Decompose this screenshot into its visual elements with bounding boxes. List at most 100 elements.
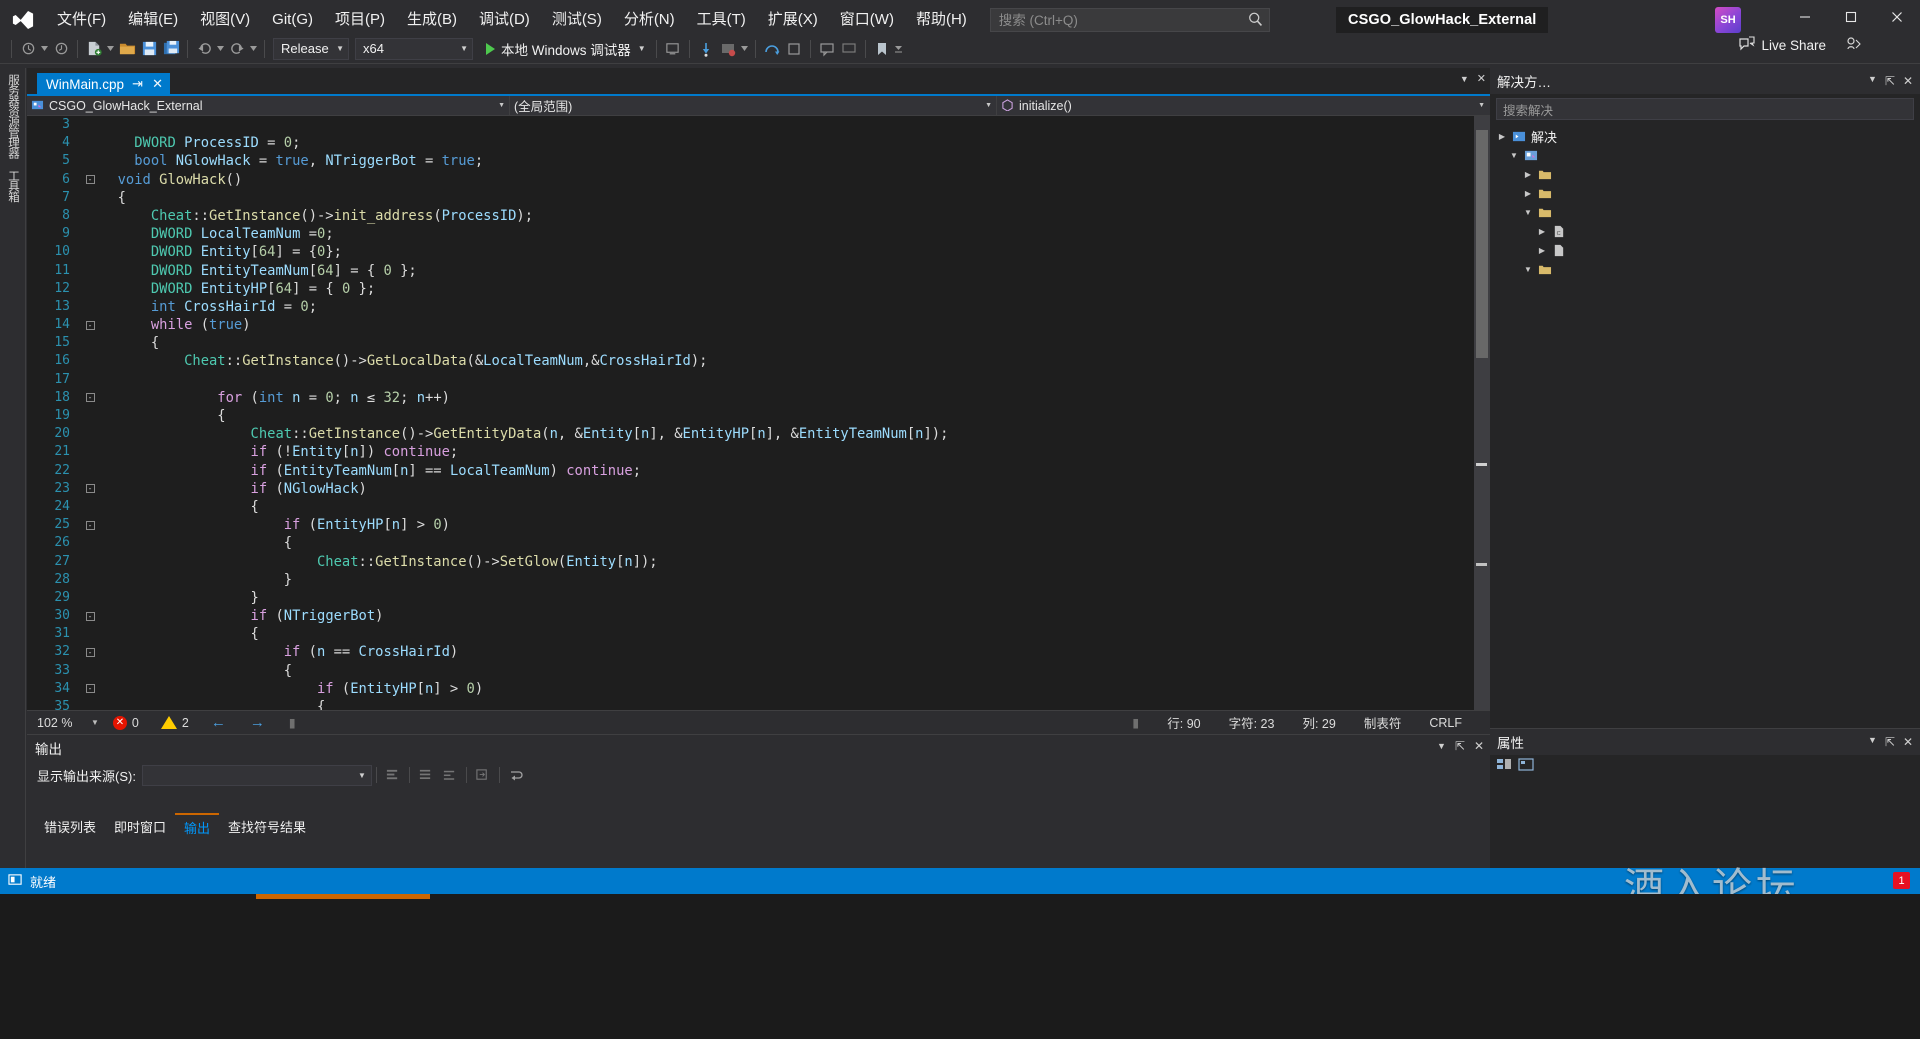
menu-item-file[interactable]: 文件(F) [46, 6, 117, 34]
code-line[interactable]: 28 } [27, 571, 1474, 589]
navigate-backward-icon[interactable] [17, 38, 39, 60]
go-to-message-icon[interactable] [471, 764, 495, 786]
code-line[interactable]: 8 Cheat::GetInstance()->init_address(Pro… [27, 207, 1474, 225]
code-line[interactable]: 27 Cheat::GetInstance()->SetGlow(Entity[… [27, 553, 1474, 571]
menu-item-git[interactable]: Git(G) [261, 6, 324, 34]
code-line[interactable]: 16 Cheat::GetInstance()->GetLocalData(&L… [27, 352, 1474, 370]
chevron-down-icon[interactable]: ▼ [1437, 741, 1446, 751]
chevron-right-icon[interactable]: ▶ [1496, 132, 1508, 141]
code-line[interactable]: 12 DWORD EntityHP[64] = { 0 }; [27, 280, 1474, 298]
code-editor[interactable]: 34 DWORD ProcessID = 0;5 bool NGlowHack … [27, 116, 1490, 710]
collapse-icon[interactable]: - [79, 516, 101, 534]
zoom-level[interactable]: 102 % [27, 716, 91, 730]
editor-vertical-scrollbar[interactable] [1474, 116, 1490, 710]
undo-dropdown-icon[interactable] [215, 38, 226, 60]
menu-item-build[interactable]: 生成(B) [396, 6, 468, 34]
quick-search-input[interactable] [999, 13, 1247, 28]
collapse-icon[interactable]: - [79, 607, 101, 625]
menu-item-edit[interactable]: 编辑(E) [117, 6, 189, 34]
code-line[interactable]: 29 } [27, 589, 1474, 607]
live-share-button[interactable]: Live Share [1739, 36, 1862, 54]
new-dropdown-icon[interactable] [105, 38, 116, 60]
code-line[interactable]: 7 { [27, 189, 1474, 207]
configuration-dropdown[interactable]: Release ▼ [273, 38, 349, 60]
tree-row-item[interactable]: ▶ [1496, 184, 1920, 203]
uncomment-icon[interactable] [838, 38, 860, 60]
code-line[interactable]: 20 Cheat::GetInstance()->GetEntityData(n… [27, 425, 1474, 443]
tree-row-project[interactable]: ▼ [1496, 146, 1920, 165]
code-line[interactable]: 6- void GlowHack() [27, 171, 1474, 189]
chevron-right-icon[interactable]: ▶ [1536, 246, 1548, 255]
menu-item-project[interactable]: 项目(P) [324, 6, 396, 34]
menu-item-test[interactable]: 测试(S) [541, 6, 613, 34]
pin-icon[interactable]: ⇱ [1885, 74, 1895, 88]
output-source-dropdown[interactable]: ▼ [142, 765, 372, 786]
tree-row-item[interactable]: ▼ [1496, 260, 1920, 279]
code-line[interactable]: 32- if (n == CrossHairId) [27, 643, 1474, 661]
chevron-down-icon[interactable]: ▼ [1522, 208, 1534, 217]
tree-row-item[interactable]: ▶ [1496, 165, 1920, 184]
menu-item-extensions[interactable]: 扩展(X) [757, 6, 829, 34]
code-line[interactable]: 13 int CrossHairId = 0; [27, 298, 1474, 316]
maximize-button[interactable] [1828, 0, 1874, 34]
breakpoint-dropdown-icon[interactable] [739, 38, 750, 60]
solution-explorer-tree[interactable]: ▶ 解决 ▼ ▶ ▶ [1490, 124, 1920, 279]
code-line[interactable]: 34- if (EntityHP[n] > 0) [27, 680, 1474, 698]
code-line[interactable]: 14- while (true) [27, 316, 1474, 334]
chevron-right-icon[interactable]: ▶ [1536, 227, 1548, 236]
code-line[interactable]: 11 DWORD EntityTeamNum[64] = { 0 }; [27, 262, 1474, 280]
close-icon[interactable]: ✕ [151, 76, 164, 92]
close-button[interactable] [1874, 0, 1920, 34]
pin-icon[interactable]: ⇥ [131, 76, 144, 92]
indentation-mode[interactable]: 制表符 [1350, 713, 1416, 732]
toggle-word-wrap-icon[interactable] [438, 764, 462, 786]
close-icon[interactable]: ✕ [1903, 74, 1913, 88]
notification-badge[interactable]: 1 [1893, 872, 1910, 889]
pin-icon[interactable]: ⇱ [1885, 735, 1895, 749]
code-line[interactable]: 22 if (EntityTeamNum[n] == LocalTeamNum)… [27, 462, 1474, 480]
find-message-icon[interactable] [381, 764, 405, 786]
tree-row-file[interactable]: ▶ [1496, 241, 1920, 260]
back-dropdown-icon[interactable] [39, 38, 50, 60]
code-line[interactable]: 30- if (NTriggerBot) [27, 607, 1474, 625]
menu-item-window[interactable]: 窗口(W) [829, 6, 905, 34]
collapse-icon[interactable]: - [79, 680, 101, 698]
solution-search-box[interactable]: 搜索解决 [1496, 98, 1914, 120]
project-dropdown[interactable]: CSGO_GlowHack_External ▼ [27, 96, 510, 116]
open-file-icon[interactable] [116, 38, 138, 60]
chevron-right-icon[interactable]: ▶ [1522, 170, 1534, 179]
tree-row-item[interactable]: ▼ [1496, 203, 1920, 222]
previous-issue-icon[interactable]: ← [211, 714, 226, 731]
step-into-icon[interactable] [695, 38, 717, 60]
menu-item-view[interactable]: 视图(V) [189, 6, 261, 34]
redo-icon[interactable] [226, 38, 248, 60]
code-line[interactable]: 23- if (NGlowHack) [27, 480, 1474, 498]
next-issue-icon[interactable]: → [250, 714, 265, 731]
breakpoint-icon[interactable] [717, 38, 739, 60]
tab-immediate-window[interactable]: 即时窗口 [105, 814, 175, 839]
collapse-icon[interactable]: - [79, 643, 101, 661]
menu-item-debug[interactable]: 调试(D) [468, 6, 541, 34]
warning-count[interactable]: 2 [182, 716, 189, 730]
close-icon[interactable]: ✕ [1903, 735, 1913, 749]
navigate-forward-icon[interactable] [50, 38, 72, 60]
tab-error-list[interactable]: 错误列表 [35, 814, 105, 839]
new-project-icon[interactable] [83, 38, 105, 60]
minimize-button[interactable] [1782, 0, 1828, 34]
code-line[interactable]: 17 [27, 371, 1474, 389]
collapse-icon[interactable]: - [79, 389, 101, 407]
pin-icon[interactable]: ⇱ [1455, 739, 1465, 753]
menu-item-analyze[interactable]: 分析(N) [613, 6, 686, 34]
undo-icon[interactable] [193, 38, 215, 60]
toggle-output-icon[interactable] [504, 764, 528, 786]
collapse-icon[interactable]: - [79, 316, 101, 334]
close-icon[interactable]: ✕ [1474, 739, 1484, 753]
comment-icon[interactable] [816, 38, 838, 60]
menu-item-tools[interactable]: 工具(T) [686, 6, 757, 34]
chevron-down-icon[interactable]: ▼ [1868, 74, 1877, 88]
chevron-down-icon[interactable]: ▼ [1460, 74, 1469, 84]
zoom-dropdown-icon[interactable]: ▼ [91, 718, 99, 727]
scrollbar-thumb[interactable] [1476, 130, 1488, 358]
start-debugging-button[interactable]: 本地 Windows 调试器 ▼ [481, 38, 651, 60]
code-line[interactable]: 25- if (EntityHP[n] > 0) [27, 516, 1474, 534]
